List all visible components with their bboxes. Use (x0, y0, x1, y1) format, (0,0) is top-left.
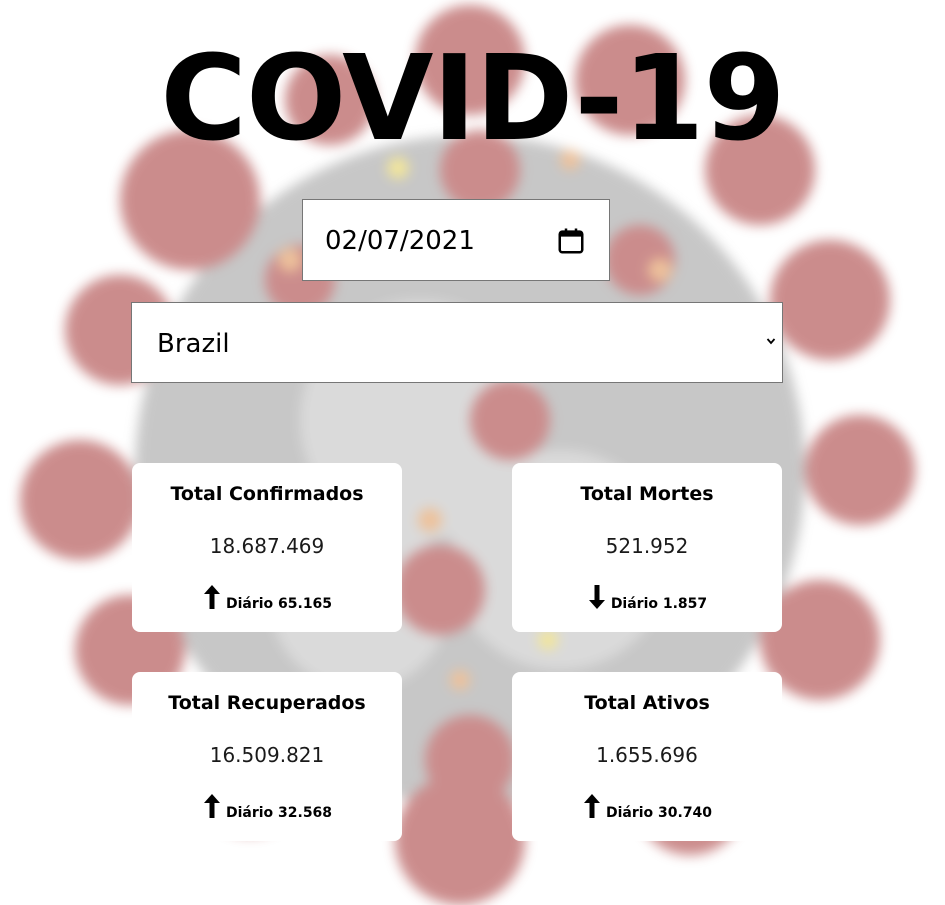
arrow-down-icon (588, 585, 605, 609)
card-daily: Diário 65.165 (132, 583, 402, 613)
chevron-down-icon (766, 338, 776, 345)
arrow-up-icon (583, 794, 600, 818)
card-daily: Diário 32.568 (132, 792, 402, 822)
country-select[interactable]: Brazil (131, 302, 783, 383)
card-value: 16.509.821 (209, 743, 325, 767)
card-title: Total Mortes (580, 483, 714, 505)
card-title: Total Ativos (584, 692, 710, 714)
card-daily: Diário 1.857 (512, 583, 782, 613)
card-daily: Diário 30.740 (512, 792, 782, 822)
date-input[interactable]: 02/07/2021 (302, 199, 610, 281)
card-value: 521.952 (605, 534, 689, 558)
country-select-value: Brazil (157, 329, 230, 359)
date-value: 02/07/2021 (325, 226, 475, 256)
card-total-confirmados: Total Confirmados 18.687.469 Diário 65.1… (132, 463, 402, 632)
arrow-up-icon (203, 585, 220, 609)
card-value: 18.687.469 (209, 534, 325, 558)
card-title: Total Recuperados (168, 692, 366, 714)
calendar-icon[interactable] (556, 226, 586, 256)
card-total-recuperados: Total Recuperados 16.509.821 Diário 32.5… (132, 672, 402, 841)
card-total-mortes: Total Mortes 521.952 Diário 1.857 (512, 463, 782, 632)
card-total-ativos: Total Ativos 1.655.696 Diário 30.740 (512, 672, 782, 841)
card-title: Total Confirmados (170, 483, 364, 505)
card-daily-label: Diário 65.165 (225, 596, 333, 612)
card-daily-label: Diário 32.568 (225, 805, 333, 821)
page-title: COVID-19 (160, 29, 785, 167)
arrow-up-icon (203, 794, 220, 818)
card-daily-label: Diário 30.740 (605, 805, 713, 821)
card-daily-label: Diário 1.857 (610, 596, 708, 612)
card-value: 1.655.696 (596, 743, 698, 767)
